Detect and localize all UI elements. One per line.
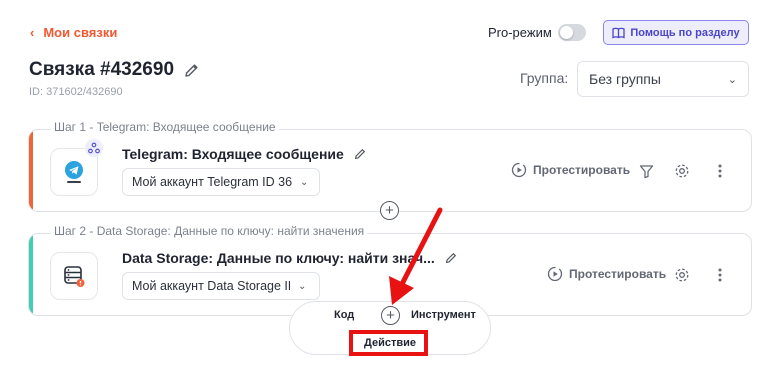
annotation-highlight-box [349, 330, 428, 356]
step-2-settings-button[interactable] [672, 265, 692, 285]
step-1-more-button[interactable] [710, 161, 730, 181]
gear-icon [675, 164, 689, 178]
group-select-value: Без группы [589, 71, 661, 87]
step-2-test-button[interactable]: Протестировать [547, 266, 666, 282]
back-to-bundles-link[interactable]: ‹ Мои связки [30, 25, 117, 40]
edit-pencil-icon[interactable] [184, 63, 199, 78]
step-2-account-select[interactable]: Мой аккаунт Data Storage ID ⌄ [122, 272, 320, 300]
step-1-account-value: Мой аккаунт Telegram ID 36 [132, 175, 293, 189]
telegram-icon [65, 161, 83, 183]
more-vertical-icon [718, 268, 722, 282]
step-1-settings-button[interactable] [672, 161, 692, 181]
page-title: Связка #432690 [29, 59, 199, 81]
step-1-name-row: Telegram: Входящее сообщение [122, 146, 366, 162]
pro-mode-control: Pro-режим [488, 24, 586, 41]
play-icon [547, 266, 563, 282]
toggle-knob [559, 26, 573, 39]
step-2-legend: Шаг 2 - Data Storage: Данные по ключу: н… [51, 224, 368, 238]
more-vertical-icon [718, 164, 722, 178]
step-accent-bar [29, 130, 33, 211]
group-label: Группа: [520, 70, 569, 86]
play-icon [511, 162, 527, 178]
filter-icon [639, 164, 653, 178]
step-2-more-button[interactable] [710, 265, 730, 285]
data-storage-app-icon [50, 252, 98, 300]
step-2-test-label: Протестировать [569, 267, 667, 281]
step-1-test-label: Протестировать [533, 163, 631, 177]
bundle-title: Связка #432690 [29, 59, 175, 80]
add-code-option[interactable]: Код [334, 309, 354, 321]
pro-mode-label: Pro-режим [488, 25, 552, 40]
help-button-label: Помощь по разделу [630, 26, 740, 39]
step-1-test-button[interactable]: Протестировать [511, 162, 630, 178]
chevron-down-icon: ⌄ [298, 280, 307, 292]
webhook-icon [88, 142, 100, 154]
help-button[interactable]: Помощь по разделу [603, 20, 749, 45]
back-link-label: Мои связки [43, 25, 118, 40]
pro-mode-toggle[interactable] [557, 24, 586, 41]
group-select[interactable]: Без группы ⌄ [577, 61, 749, 97]
book-icon [612, 27, 626, 39]
add-tool-option[interactable]: Инструмент [411, 309, 476, 321]
annotation-arrow [389, 207, 443, 305]
step-2-account-value: Мой аккаунт Data Storage ID [132, 279, 290, 293]
step-1-legend: Шаг 1 - Telegram: Входящее сообщение [51, 120, 279, 134]
step-1-filter-button[interactable] [636, 161, 656, 181]
chevron-left-icon: ‹ [30, 25, 35, 40]
step-accent-bar [29, 234, 33, 315]
plus-icon: + [386, 307, 395, 324]
database-icon [64, 266, 85, 287]
step-1-name: Telegram: Входящее сообщение [122, 146, 344, 162]
bundle-id: ID: 371602/432690 [29, 86, 123, 98]
webhook-badge [85, 139, 103, 157]
gear-icon [675, 268, 689, 282]
chevron-down-icon: ⌄ [727, 73, 737, 86]
edit-pencil-icon[interactable] [354, 148, 366, 160]
chevron-down-icon: ⌄ [300, 176, 309, 188]
step-1-account-select[interactable]: Мой аккаунт Telegram ID 36 ⌄ [122, 168, 320, 196]
